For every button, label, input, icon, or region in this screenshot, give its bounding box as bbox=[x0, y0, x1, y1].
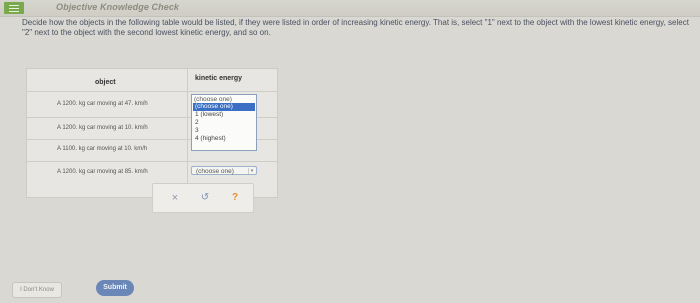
dropdown-option[interactable]: 1 (lowest) bbox=[193, 111, 255, 119]
ordering-table: object kinetic energy A 1200. kg car mov… bbox=[26, 68, 278, 198]
undo-icon[interactable]: ↺ bbox=[197, 190, 213, 206]
dropdown-option[interactable]: 3 bbox=[193, 127, 255, 135]
table-row-object: A 1200. kg car moving at 47. km/h bbox=[57, 101, 148, 107]
row-divider bbox=[27, 161, 277, 162]
submit-button[interactable]: Submit bbox=[96, 280, 134, 296]
row-divider bbox=[27, 91, 277, 92]
help-icon[interactable]: ? bbox=[227, 190, 243, 206]
kinetic-energy-dropdown[interactable]: (choose one) (choose one) 1 (lowest) 2 3… bbox=[191, 94, 257, 151]
kinetic-energy-select[interactable]: (choose one) ▾ bbox=[191, 166, 257, 175]
clear-icon[interactable]: × bbox=[167, 190, 183, 206]
table-row-object: A 1200. kg car moving at 85. km/h bbox=[57, 169, 148, 175]
column-header-object: object bbox=[95, 79, 116, 86]
menu-icon[interactable] bbox=[4, 2, 24, 14]
column-divider bbox=[187, 69, 188, 197]
select-value: (choose one) bbox=[196, 168, 234, 175]
table-row-object: A 1100. kg car moving at 10. km/h bbox=[57, 146, 148, 152]
select-value: (choose one) bbox=[194, 96, 232, 103]
top-bar: Objective Knowledge Check bbox=[0, 0, 700, 17]
dropdown-option[interactable]: 4 (highest) bbox=[193, 135, 255, 143]
table-row-object: A 1200. kg car moving at 10. km/h bbox=[57, 125, 148, 131]
answer-toolbar: × ↺ ? bbox=[152, 183, 254, 213]
dropdown-option[interactable]: (choose one) bbox=[193, 103, 255, 111]
chevron-down-icon: ▾ bbox=[248, 168, 255, 174]
question-text: Decide how the objects in the following … bbox=[22, 18, 689, 37]
column-header-kinetic-energy: kinetic energy bbox=[195, 75, 243, 82]
dropdown-option[interactable]: 2 bbox=[193, 119, 255, 127]
dont-know-button[interactable]: I Don't Know bbox=[12, 282, 62, 298]
page-title: Objective Knowledge Check bbox=[56, 2, 180, 12]
